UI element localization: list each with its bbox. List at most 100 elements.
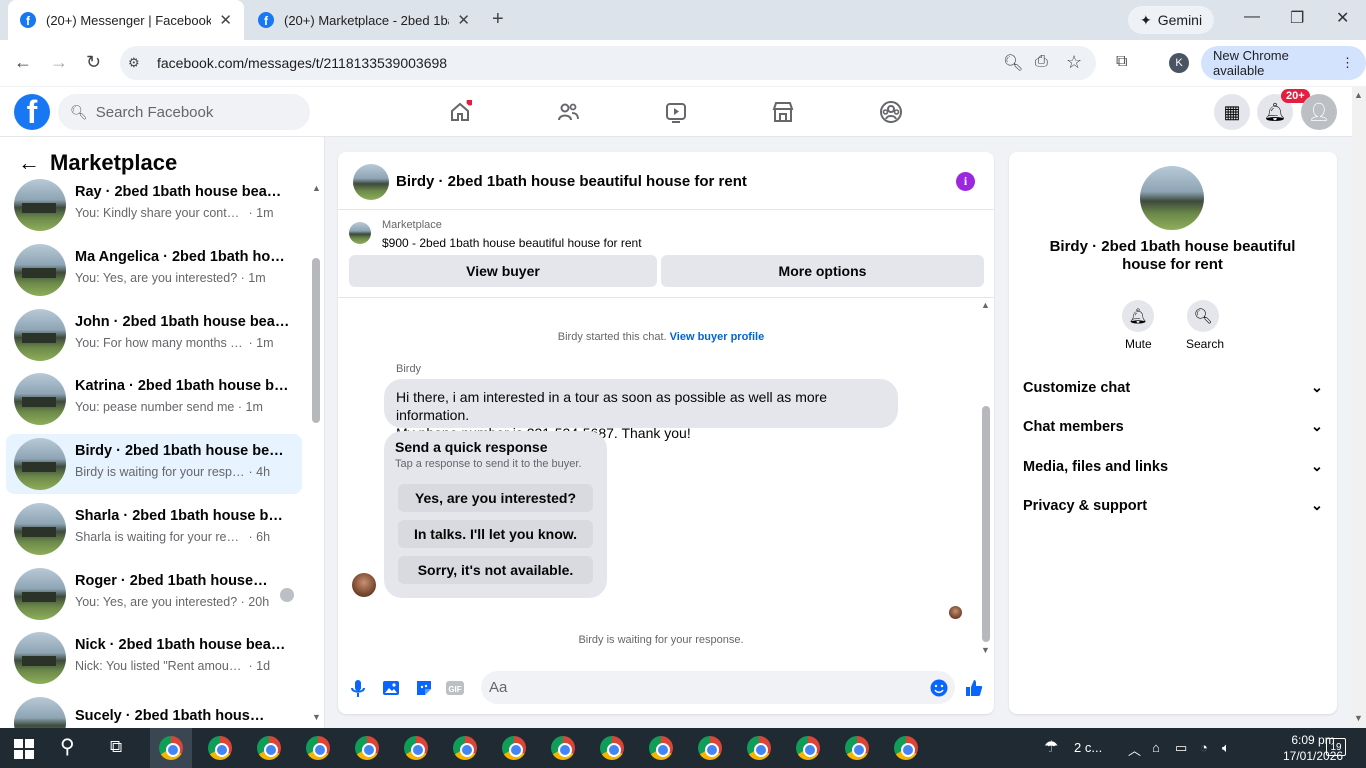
weather-icon[interactable]: ☂ [1044, 737, 1058, 757]
home-icon[interactable] [448, 100, 472, 124]
account-avatar[interactable]: 👤︎ [1301, 94, 1337, 130]
photo-icon[interactable] [381, 678, 401, 698]
install-icon[interactable]: ⎙ [1035, 53, 1048, 71]
microphone-icon[interactable] [348, 678, 368, 698]
site-info-icon[interactable]: ⚙ [128, 55, 140, 71]
scroll-up-icon[interactable]: ▲ [312, 183, 321, 193]
sticker-icon[interactable] [414, 678, 434, 698]
close-icon[interactable]: ✕ [457, 11, 470, 29]
info-icon[interactable]: i [956, 172, 975, 191]
task-view-icon[interactable]: ⧉ [110, 737, 122, 757]
scrollbar-thumb[interactable] [312, 258, 320, 423]
chrome-icon[interactable] [649, 736, 673, 760]
message-input[interactable]: Aa [481, 671, 955, 704]
windows-start-icon[interactable] [14, 739, 34, 759]
chrome-icon[interactable] [551, 736, 575, 760]
chrome-icon[interactable] [208, 736, 232, 760]
page-scrollbar[interactable] [1352, 87, 1366, 728]
scroll-up-icon[interactable]: ▲ [1354, 90, 1363, 100]
tab-search-icon[interactable]: ⧉ [1116, 53, 1127, 71]
notification-center-icon[interactable]: 19 [1326, 738, 1346, 756]
tab-marketplace[interactable]: f (20+) Marketplace - 2bed 1bath ✕ [246, 0, 482, 40]
chrome-icon[interactable] [404, 736, 428, 760]
view-buyer-profile-link[interactable]: View buyer profile [670, 331, 765, 343]
reload-icon[interactable]: ↻ [86, 52, 101, 73]
scroll-down-icon[interactable]: ▼ [981, 645, 990, 655]
list-item[interactable]: John · 2bed 1bath house beautiful house … [6, 305, 302, 365]
list-item[interactable]: Sharla · 2bed 1bath house beautiful hous… [6, 499, 302, 559]
new-tab-button[interactable]: + [492, 8, 504, 31]
back-arrow-icon[interactable]: ← [18, 150, 40, 176]
battery-icon[interactable]: ▭ [1175, 740, 1187, 756]
profile-avatar[interactable]: K [1169, 53, 1189, 73]
list-item[interactable]: Roger · 2bed 1bath house beautiful house… [6, 564, 302, 624]
search-input[interactable]: 🔍︎ Search Facebook [58, 94, 310, 130]
chat-title[interactable]: Birdy · 2bed 1bath house beautiful house… [396, 173, 747, 190]
chrome-icon[interactable] [306, 736, 330, 760]
chrome-icon[interactable] [845, 736, 869, 760]
marketplace-icon[interactable] [771, 100, 795, 124]
customize-chat-section[interactable]: Customize chat ⌄ [1023, 380, 1323, 396]
video-icon[interactable] [664, 100, 688, 124]
list-item[interactable]: Nick · 2bed 1bath house beautiful house … [6, 628, 302, 688]
chrome-icon[interactable] [894, 736, 918, 760]
quick-response-button[interactable]: Yes, are you interested? [398, 484, 593, 512]
list-item[interactable]: Sucely · 2bed 1bath house beautiful hous… [6, 693, 302, 728]
scroll-down-icon[interactable]: ▼ [1354, 713, 1363, 723]
listing-price-title[interactable]: $900 - 2bed 1bath house beautiful house … [382, 236, 642, 250]
wifi-icon[interactable]: ◔ [1200, 740, 1208, 755]
minimize-button[interactable]: — [1244, 8, 1260, 26]
chrome-icon[interactable] [159, 736, 183, 760]
chrome-icon[interactable] [257, 736, 281, 760]
friends-icon[interactable] [556, 100, 580, 124]
scroll-up-icon[interactable]: ▲ [981, 300, 990, 310]
scroll-down-icon[interactable]: ▼ [312, 712, 321, 722]
search-button[interactable]: 🔍︎ [1187, 300, 1219, 332]
chrome-icon[interactable] [698, 736, 722, 760]
update-chrome-button[interactable]: New Chrome available ⋮ [1201, 46, 1366, 80]
chrome-icon[interactable] [453, 736, 477, 760]
list-item[interactable]: Katrina · 2bed 1bath house beautiful hou… [6, 369, 302, 429]
media-files-section[interactable]: Media, files and links ⌄ [1023, 459, 1323, 475]
close-window-button[interactable]: ✕ [1336, 8, 1349, 28]
quick-response-button[interactable]: In talks. I'll let you know. [398, 520, 593, 548]
view-buyer-button[interactable]: View buyer [349, 255, 657, 287]
menu-grid-button[interactable]: ▦ [1214, 94, 1250, 130]
sender-avatar[interactable] [352, 573, 376, 597]
search-icon[interactable]: ⚲ [60, 734, 75, 759]
volume-icon[interactable]: 🔈︎ [1222, 740, 1230, 756]
facebook-logo[interactable]: f [14, 94, 50, 130]
thumbs-up-icon[interactable] [964, 678, 984, 698]
quick-response-button[interactable]: Sorry, it's not available. [398, 556, 593, 584]
conversation-name: Roger · 2bed 1bath house beautiful house… [75, 573, 270, 589]
mute-button[interactable]: 🔔︎ [1122, 300, 1154, 332]
list-item-selected[interactable]: Birdy · 2bed 1bath house beautiful house… [6, 434, 302, 494]
weather-text[interactable]: 2 c... [1074, 740, 1102, 755]
forward-icon[interactable]: → [50, 52, 68, 73]
chrome-icon[interactable] [600, 736, 624, 760]
chrome-icon[interactable] [355, 736, 379, 760]
close-icon[interactable]: ✕ [219, 11, 232, 29]
chrome-icon[interactable] [502, 736, 526, 760]
gemini-button[interactable]: ✦ Gemini [1128, 6, 1215, 34]
tab-messenger[interactable]: f (20+) Messenger | Facebook ✕ [8, 0, 244, 40]
more-options-button[interactable]: More options [661, 255, 984, 287]
list-item[interactable]: Ma Angelica · 2bed 1bath house beautiful… [6, 240, 302, 300]
list-item[interactable]: Ray · 2bed 1bath house beautiful house f… [6, 175, 302, 235]
chat-members-section[interactable]: Chat members ⌄ [1023, 419, 1323, 435]
scrollbar-thumb[interactable] [982, 406, 990, 642]
network-icon[interactable]: ⌂ [1152, 740, 1160, 755]
zoom-icon[interactable]: 🔍︎ [1003, 53, 1023, 73]
groups-icon[interactable] [879, 100, 903, 124]
chevron-up-icon[interactable]: ︿ [1128, 740, 1141, 759]
chrome-icon[interactable] [747, 736, 771, 760]
gif-icon[interactable]: GIF [445, 678, 465, 698]
url-text[interactable]: facebook.com/messages/t/2118133539003698 [157, 55, 447, 71]
chrome-icon[interactable] [796, 736, 820, 760]
back-icon[interactable]: ← [14, 52, 32, 73]
maximize-button[interactable]: ❐ [1290, 8, 1304, 28]
chat-avatar[interactable] [353, 164, 389, 200]
privacy-support-section[interactable]: Privacy & support ⌄ [1023, 498, 1323, 514]
emoji-icon[interactable] [929, 678, 949, 698]
bookmark-star-icon[interactable]: ☆ [1066, 52, 1082, 73]
